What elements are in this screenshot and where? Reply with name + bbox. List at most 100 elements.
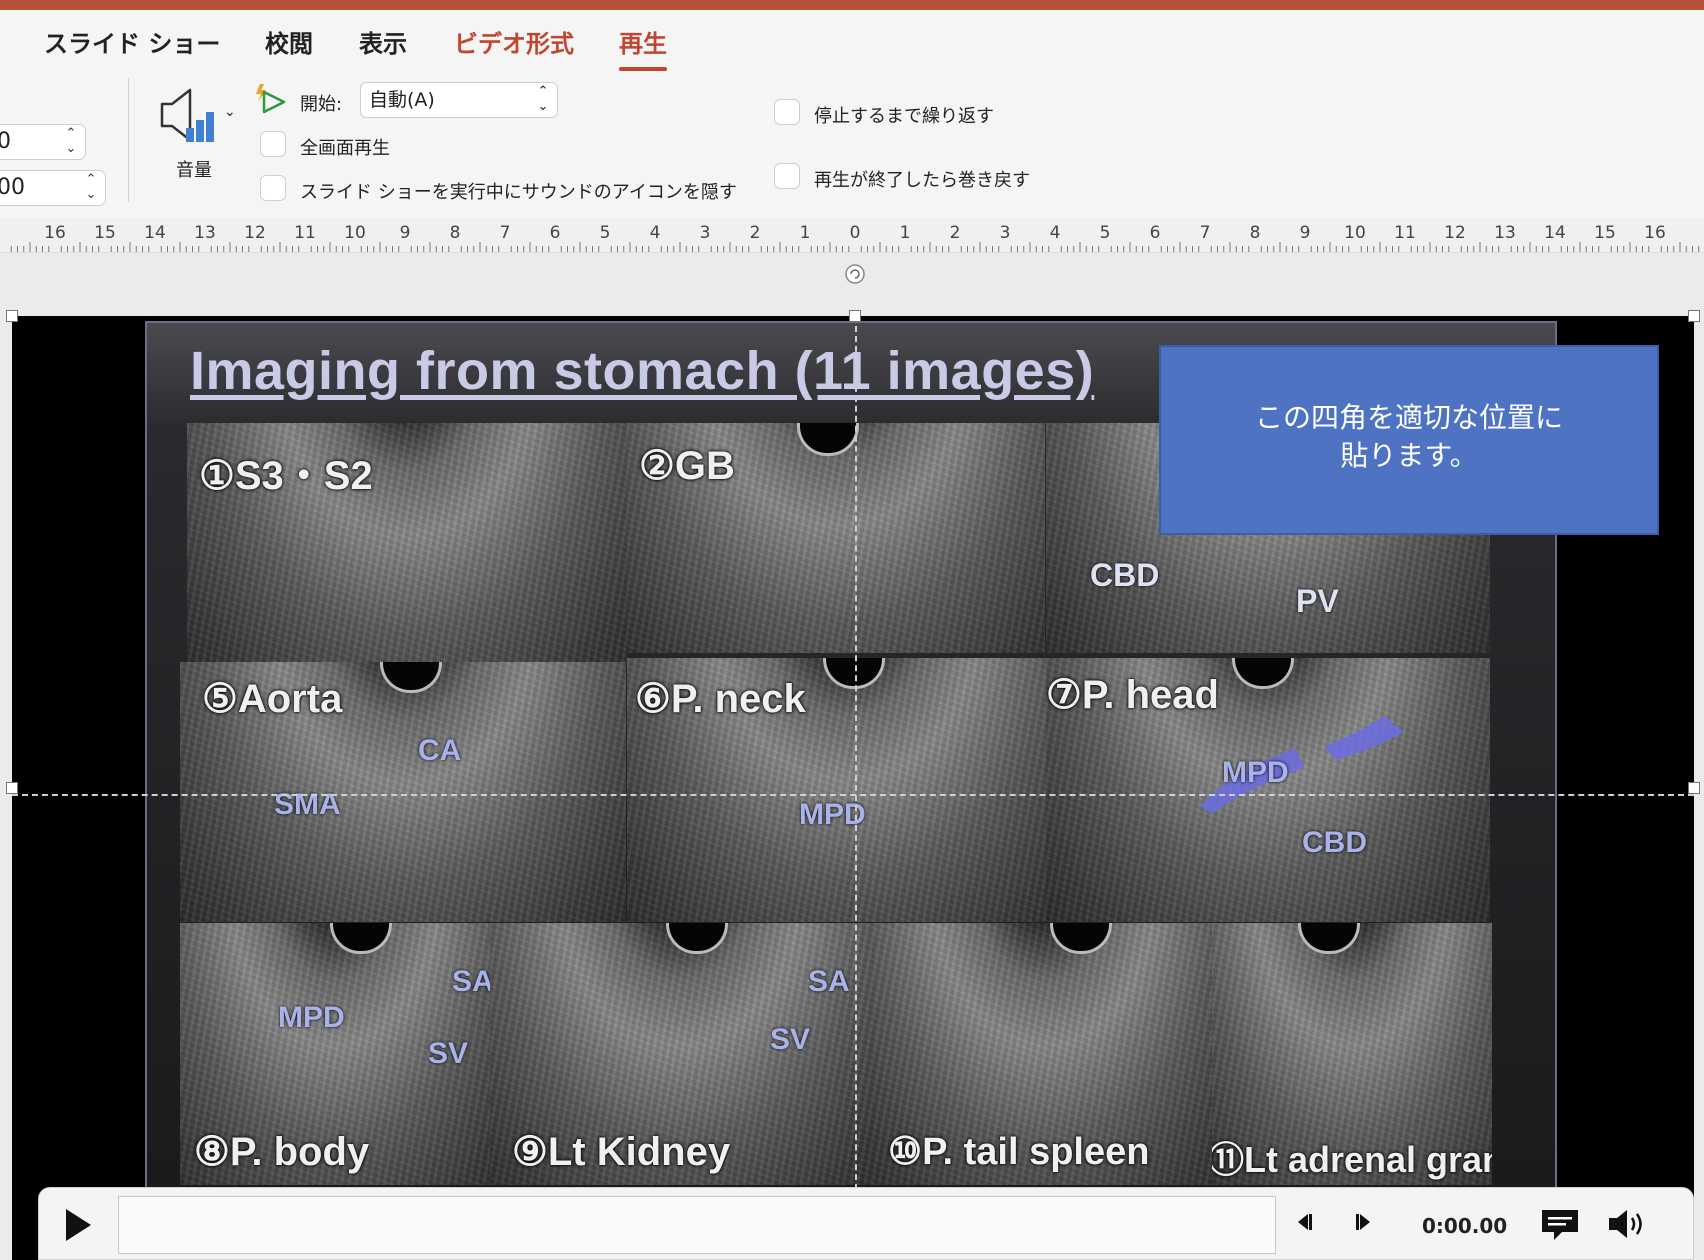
step-back-icon[interactable] <box>1292 1210 1316 1234</box>
ruler-number: 1 <box>800 223 811 243</box>
rewind-checkbox[interactable] <box>774 163 800 189</box>
tab-video-format[interactable]: ビデオ形式 <box>454 24 574 59</box>
fullscreen-label: 全画面再生 <box>300 138 390 159</box>
start-label: 開始: <box>300 94 343 115</box>
fullscreen-checkbox[interactable] <box>260 131 286 157</box>
ruler-number: 13 <box>194 223 216 243</box>
playback-progress-bar[interactable] <box>118 1196 1276 1254</box>
ruler-number: 14 <box>144 223 166 243</box>
panel-label: MPD <box>1222 756 1289 789</box>
ruler-number: 8 <box>1250 223 1261 243</box>
panel-title: ⑩P. tail spleen <box>888 1131 1150 1173</box>
panel-label: CBD <box>1302 826 1367 859</box>
ruler-number: 3 <box>1000 223 1011 243</box>
ruler-number: 13 <box>1494 223 1516 243</box>
ruler-number: 7 <box>500 223 511 243</box>
loop-checkbox[interactable] <box>774 99 800 125</box>
ultrasound-panel-7: ⑦P. head MPD CBD <box>1046 658 1490 922</box>
panel-label: SV <box>770 1023 811 1056</box>
ultrasound-panel-5: ⑤Aorta CA SMA <box>180 662 626 922</box>
panel-title: ②GB <box>639 444 735 488</box>
panel-title: ⑧P. body <box>194 1130 370 1174</box>
stepper-arrows-icon[interactable]: ⌃ ⌄ <box>83 172 99 204</box>
ruler-number: 2 <box>750 223 761 243</box>
vertical-smart-guide <box>855 316 857 1260</box>
resize-handle-top[interactable] <box>849 310 861 322</box>
annotation-text-line2: 貼ります。 <box>1340 439 1478 472</box>
select-arrows-icon: ⌃ ⌄ <box>537 84 549 114</box>
tab-slide-show[interactable]: スライド ショー <box>44 24 220 59</box>
play-icon[interactable] <box>62 1206 94 1244</box>
captions-icon[interactable] <box>1540 1206 1580 1242</box>
tab-review[interactable]: 校閲 <box>265 24 313 59</box>
ruler-number: 6 <box>550 223 561 243</box>
loop-label: 停止するまで繰り返す <box>814 106 994 127</box>
ruler-number: 9 <box>400 223 411 243</box>
panel-label: MPD <box>278 1001 345 1034</box>
ruler-number: 12 <box>1444 223 1466 243</box>
ruler-number: 1 <box>900 223 911 243</box>
ruler-number: 5 <box>600 223 611 243</box>
hide-icon-checkbox[interactable] <box>260 175 286 201</box>
resize-handle-right[interactable] <box>1688 782 1700 794</box>
horizontal-ruler[interactable]: 16 15 14 13 12 11 10 9 8 7 6 5 4 3 2 1 0 1 2 3 4 5 6 7 8 9 10 11 12 1… <box>0 218 1704 253</box>
panel-title: ⑤Aorta <box>202 677 343 721</box>
resize-handle-top-left[interactable] <box>6 310 18 322</box>
ruler-number: 12 <box>244 223 266 243</box>
horizontal-smart-guide <box>12 794 1694 796</box>
resize-handle-top-right[interactable] <box>1688 310 1700 322</box>
ruler-number: 8 <box>450 223 461 243</box>
ruler-number: 6 <box>1150 223 1161 243</box>
playback-time: 0:00.00 <box>1422 1214 1508 1238</box>
ruler-number: 11 <box>294 223 316 243</box>
ruler-number: 15 <box>1594 223 1616 243</box>
annotation-rectangle[interactable]: この四角を適切な位置に 貼ります。 <box>1159 345 1659 535</box>
ruler-number: 2 <box>950 223 961 243</box>
chevron-down-icon[interactable]: ⌄ <box>224 104 236 120</box>
panel-title: ①S3・S2 <box>199 454 373 498</box>
ruler-number: 10 <box>1344 223 1366 243</box>
ruler-number: 7 <box>1200 223 1211 243</box>
tab-view[interactable]: 表示 <box>359 24 407 59</box>
ruler-number: 16 <box>44 223 66 243</box>
rewind-label: 再生が終了したら巻き戻す <box>814 170 1030 191</box>
speaker-volume-icon <box>160 88 214 142</box>
annotation-text-line1: この四角を適切な位置に <box>1254 401 1563 434</box>
start-select-value: 自動(A) <box>369 89 435 111</box>
resize-handle-left[interactable] <box>6 782 18 794</box>
volume-icon[interactable] <box>1606 1206 1650 1242</box>
window-accent-bar <box>0 0 1704 10</box>
step-forward-icon[interactable] <box>1352 1210 1376 1234</box>
panel-title: ⑨Lt Kidney <box>512 1130 731 1174</box>
fade-out-stepper[interactable]: 00 ⌃⌄ <box>0 170 106 206</box>
stepper-arrows-icon[interactable]: ⌃ ⌄ <box>63 126 79 158</box>
ultrasound-panel-6: ⑥P. neck MPD <box>627 658 1063 922</box>
ruler-number: 15 <box>94 223 116 243</box>
ribbon-separator <box>128 78 129 202</box>
panel-title: ⑪Lt adrenal grand <box>1212 1139 1492 1180</box>
tab-playback[interactable]: 再生 <box>619 24 667 71</box>
panel-label: SV <box>428 1037 469 1070</box>
fade-in-stepper[interactable]: 0 ⌃⌄ <box>0 124 86 160</box>
start-select[interactable]: 自動(A) ⌃ ⌄ <box>360 82 558 118</box>
ruler-number: 16 <box>1644 223 1666 243</box>
ruler-number: 5 <box>1100 223 1111 243</box>
ultrasound-panel-2: ②GB <box>627 423 1045 653</box>
ultrasound-panel-10: ⑩P. tail spleen <box>874 923 1212 1185</box>
volume-label: 音量 <box>176 160 212 181</box>
ribbon-tabs: スライド ショー 校閲 表示 ビデオ形式 再生 <box>0 10 1704 71</box>
slide-title: Imaging from stomach (11 images) <box>190 341 1095 401</box>
ultrasound-panel-9: SA SV ⑨Lt Kidney <box>490 923 874 1185</box>
panel-title: ⑦P. head <box>1046 673 1219 717</box>
rotate-icon[interactable] <box>843 262 867 286</box>
fade-out-value: 00 <box>0 175 25 200</box>
ultrasound-panel-1: ①S3・S2 <box>187 423 627 663</box>
ruler-ticks: 16 15 14 13 12 11 10 9 8 7 6 5 4 3 2 1 0 1 2 3 4 5 6 7 8 9 10 11 12 1… <box>10 223 1700 252</box>
panel-label: CBD <box>1090 557 1160 593</box>
ruler-number: 4 <box>1050 223 1061 243</box>
ruler-number: 14 <box>1544 223 1566 243</box>
play-start-icon <box>256 84 286 114</box>
panel-label: SA <box>808 965 850 998</box>
ruler-number: 11 <box>1394 223 1416 243</box>
ruler-number: 4 <box>650 223 661 243</box>
